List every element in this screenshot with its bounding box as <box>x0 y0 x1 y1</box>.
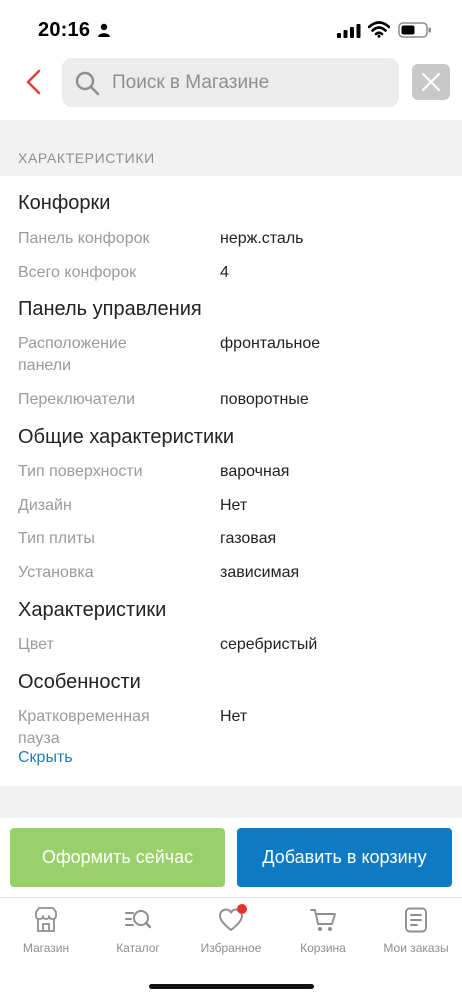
group-title: Панель управления <box>18 298 202 320</box>
search-bar[interactable] <box>62 58 399 107</box>
section-title: ХАРАКТЕРИСТИКИ <box>18 150 155 166</box>
spec-value: нерж.сталь <box>220 230 304 247</box>
group-title: Особенности <box>18 671 141 693</box>
specs-section-header: ХАРАКТЕРИСТИКИ <box>0 120 462 176</box>
spec-value: поворотные <box>220 391 309 408</box>
tab-my-orders[interactable]: Мои заказы <box>370 906 462 962</box>
spec-label: Тип поверхности <box>18 463 143 480</box>
spec-value: зависимая <box>220 564 300 581</box>
collapse-link[interactable]: Скрыть <box>18 749 73 767</box>
spec-label: Дизайн <box>18 497 72 514</box>
notification-badge <box>237 904 247 914</box>
spec-label: Цвет <box>18 636 54 653</box>
group-title: Общие характеристики <box>18 426 235 448</box>
spec-value: Нет <box>220 708 248 725</box>
spec-value: фронтальное <box>220 335 321 352</box>
spec-label: Кратковременная пауза <box>18 708 150 747</box>
spec-label: Тип плиты <box>18 530 95 547</box>
spec-label: Переключатели <box>18 391 136 408</box>
person-icon <box>98 23 110 37</box>
tab-label: Избранное <box>200 941 262 955</box>
checkout-now-button[interactable]: Оформить сейчас <box>10 828 225 887</box>
spec-value: Нет <box>220 497 248 514</box>
add-to-cart-button[interactable]: Добавить в корзину <box>237 828 452 887</box>
clear-search-button[interactable] <box>412 64 450 100</box>
top-navigation <box>0 58 462 120</box>
tab-cart[interactable]: Корзина <box>277 906 369 962</box>
cellular-signal-icon <box>337 24 361 38</box>
spec-value: варочная <box>220 463 290 480</box>
status-bar: 20:16 <box>0 0 462 58</box>
search-input[interactable] <box>112 58 392 107</box>
spec-label: Установка <box>18 564 94 581</box>
status-time: 20:16 <box>38 19 91 41</box>
search-icon <box>75 71 100 96</box>
spec-label: Расположение панели <box>18 335 127 374</box>
close-icon <box>421 72 441 92</box>
tab-label: Магазин <box>22 941 70 955</box>
tab-label: Мои заказы <box>383 941 449 955</box>
back-chevron-icon[interactable] <box>22 68 46 96</box>
spec-value: серебристый <box>220 636 318 653</box>
tab-store[interactable]: Магазин <box>0 906 92 962</box>
group-title: Характеристики <box>18 599 167 621</box>
cart-icon <box>310 909 336 931</box>
section-divider <box>0 786 462 818</box>
home-indicator <box>149 984 314 989</box>
tab-favorites[interactable]: Избранное <box>185 904 277 962</box>
orders-icon <box>405 907 427 933</box>
store-icon <box>35 907 57 932</box>
wifi-icon <box>368 21 390 38</box>
spec-label: Всего конфорок <box>18 264 137 281</box>
tab-label: Каталог <box>116 941 160 955</box>
tab-label: Корзина <box>300 941 346 955</box>
spec-value: 4 <box>220 264 229 281</box>
group-title: Конфорки <box>18 192 111 214</box>
spec-label: Панель конфорок <box>18 230 150 247</box>
spec-value: газовая <box>220 530 277 547</box>
catalog-search-icon <box>125 910 152 929</box>
tab-catalog[interactable]: Каталог <box>92 906 184 962</box>
battery-icon <box>398 22 431 38</box>
